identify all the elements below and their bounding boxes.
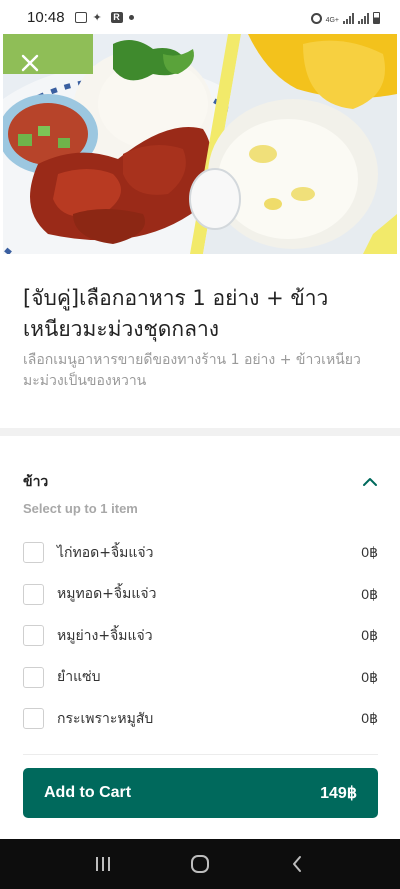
alarm-icon	[310, 13, 322, 24]
option-price: 0฿	[361, 627, 378, 644]
option-group-header[interactable]: ข้าว	[23, 470, 378, 494]
option-row[interactable]: ไก่ทอด+จิ้มแจ่ว 0฿	[23, 532, 378, 574]
chevron-up-icon[interactable]	[362, 477, 378, 487]
status-right: 4G+	[310, 10, 380, 24]
status-bar: 10:48 ✦ R 4G+	[0, 0, 400, 34]
more-notifications-icon	[128, 14, 134, 20]
back-icon	[292, 856, 301, 872]
system-nav-bar	[0, 839, 400, 889]
option-group-title: ข้าว	[23, 474, 49, 490]
network-type: 4G+	[325, 17, 339, 24]
option-checkbox[interactable]	[23, 666, 44, 688]
home-icon	[190, 855, 209, 873]
signal-icon	[343, 13, 354, 24]
option-price: 0฿	[361, 668, 378, 685]
option-list: ไก่ทอด+จิ้มแจ่ว 0฿ หมูทอด+จิ้มแจ่ว 0฿ หม…	[23, 532, 378, 740]
option-price: 0฿	[361, 710, 378, 727]
product-image	[3, 34, 397, 254]
option-price: 0฿	[361, 544, 378, 561]
option-row[interactable]: กระเพราะหมูสับ 0฿	[23, 698, 378, 740]
home-button[interactable]	[180, 844, 220, 884]
option-row[interactable]: หมูทอด+จิ้มแจ่ว 0฿	[23, 574, 378, 616]
close-button[interactable]	[10, 47, 50, 79]
close-icon	[21, 54, 39, 72]
twitter-notification-icon: ✦	[92, 10, 102, 24]
option-label: หมูย่าง+จิ้มแจ่ว	[57, 627, 153, 644]
recents-icon	[96, 857, 111, 871]
battery-icon	[373, 12, 380, 24]
option-checkbox[interactable]	[23, 583, 44, 605]
footer-separator	[23, 754, 378, 755]
product-description: เลือกเมนูอาหารขายดีของทางร้าน 1 อย่าง + …	[23, 352, 361, 389]
product-title: [จับคู่]เลือกอาหาร 1 อย่าง + ข้าวเหนียวม…	[23, 286, 329, 341]
option-group-hint: Select up to 1 item	[23, 501, 138, 516]
cart-total-price: 149฿	[320, 785, 357, 802]
add-to-cart-label: Add to Cart	[44, 784, 132, 801]
option-label: ยำแซ่บ	[57, 669, 101, 686]
r-app-notification-icon: R	[110, 11, 123, 23]
option-checkbox[interactable]	[23, 542, 44, 564]
gallery-notification-icon	[74, 11, 87, 23]
option-checkbox[interactable]	[23, 708, 44, 730]
option-row[interactable]: ยำแซ่บ 0฿	[23, 657, 378, 699]
option-price: 0฿	[361, 585, 378, 602]
option-checkbox[interactable]	[23, 625, 44, 647]
recents-button[interactable]	[83, 844, 123, 884]
signal-icon-2	[358, 13, 369, 24]
option-label: หมูทอด+จิ้มแจ่ว	[57, 586, 157, 603]
option-row[interactable]: หมูย่าง+จิ้มแจ่ว 0฿	[23, 615, 378, 657]
add-to-cart-button[interactable]: Add to Cart 149฿	[23, 768, 378, 818]
product-photo	[3, 34, 397, 254]
section-divider	[0, 428, 400, 436]
status-time: 10:48	[27, 8, 65, 26]
option-label: ไก่ทอด+จิ้มแจ่ว	[57, 544, 154, 561]
option-label: กระเพราะหมูสับ	[57, 710, 154, 727]
status-left: 10:48 ✦ R	[27, 9, 134, 26]
back-button[interactable]	[277, 844, 317, 884]
